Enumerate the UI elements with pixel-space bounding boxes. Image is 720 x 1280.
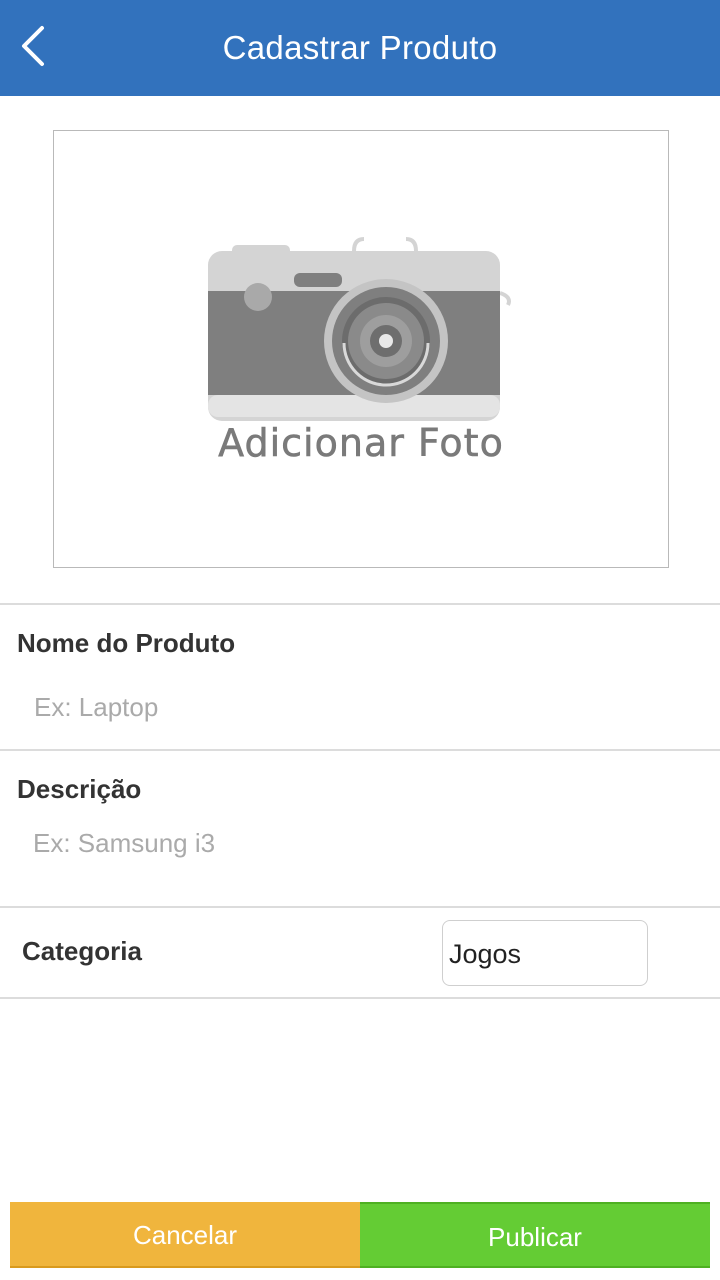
category-selected-value: Jogos — [449, 939, 522, 969]
page-title: Cadastrar Produto — [222, 29, 498, 66]
cancel-button[interactable]: Cancelar — [10, 1202, 360, 1268]
category-select[interactable]: Jogos — [442, 920, 648, 986]
camera-icon — [204, 235, 514, 430]
category-label: Categoria — [22, 936, 142, 966]
divider — [0, 906, 720, 908]
publish-button[interactable]: Publicar — [360, 1202, 710, 1268]
divider — [0, 603, 720, 605]
divider — [0, 749, 720, 751]
product-name-label: Nome do Produto — [17, 628, 236, 658]
product-name-input[interactable] — [34, 688, 674, 726]
description-input[interactable] — [33, 824, 673, 862]
app-header: Cadastrar Produto — [0, 0, 720, 96]
divider — [0, 997, 720, 999]
add-photo-area[interactable]: Adicionar Foto — [53, 130, 669, 568]
description-label: Descrição — [17, 774, 142, 804]
add-photo-label: Adicionar Foto — [218, 421, 504, 466]
